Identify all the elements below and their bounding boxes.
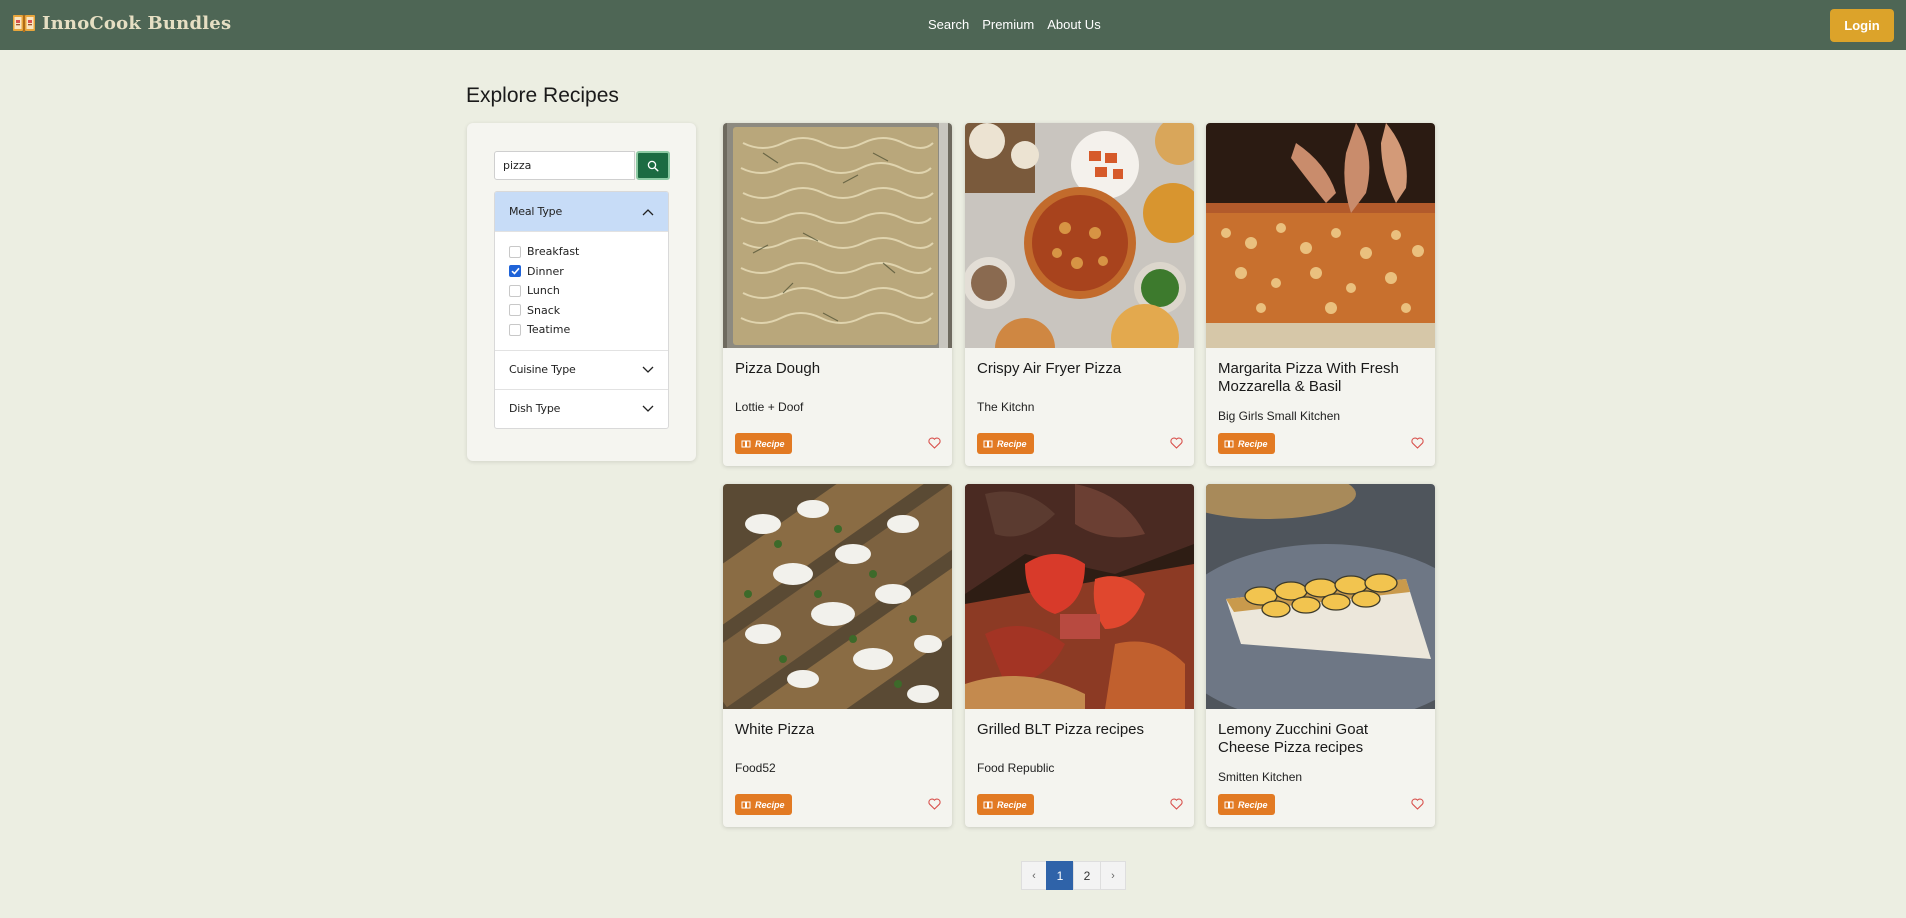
recipe-source: The Kitchn xyxy=(977,400,1035,414)
option-label: Lunch xyxy=(527,284,560,298)
chevron-down-icon xyxy=(642,405,654,412)
brand-name: InnoCook Bundles xyxy=(42,12,232,34)
option-breakfast[interactable]: Breakfast xyxy=(509,242,654,262)
recipe-card[interactable]: Margarita Pizza With Fresh Mozzarella & … xyxy=(1206,123,1435,466)
page-1-button[interactable]: 1 xyxy=(1046,861,1074,890)
heart-icon[interactable] xyxy=(1411,798,1424,810)
lunch-checkbox[interactable] xyxy=(509,284,521,297)
recipe-badge[interactable]: Recipe xyxy=(1218,794,1275,815)
pagination: ‹ 1 2 › xyxy=(1021,861,1126,890)
recipe-image[interactable] xyxy=(1206,123,1435,348)
meal-type-options: Breakfast Dinner Lunch Snack Teatime xyxy=(495,231,668,350)
search-bar xyxy=(494,151,670,180)
recipe-badge-label: Recipe xyxy=(1238,438,1268,449)
search-icon xyxy=(647,160,659,172)
meal-type-label: Meal Type xyxy=(509,205,563,218)
recipe-source: Food52 xyxy=(735,761,776,775)
heart-icon[interactable] xyxy=(928,437,941,449)
recipe-badge-label: Recipe xyxy=(755,438,785,449)
recipe-image[interactable] xyxy=(965,123,1194,348)
heart-icon[interactable] xyxy=(928,798,941,810)
breakfast-checkbox[interactable] xyxy=(509,245,521,258)
option-dinner[interactable]: Dinner xyxy=(509,262,654,282)
nav-link-about-us[interactable]: About Us xyxy=(1047,17,1100,32)
login-button[interactable]: Login xyxy=(1830,9,1894,42)
dinner-checkbox[interactable] xyxy=(509,265,521,278)
option-label: Snack xyxy=(527,303,561,317)
option-label: Dinner xyxy=(527,264,564,278)
checkmark-icon xyxy=(510,268,520,275)
recipe-image[interactable] xyxy=(723,123,952,348)
recipe-badge[interactable]: Recipe xyxy=(977,433,1034,454)
book-open-icon xyxy=(1224,801,1234,808)
option-label: Teatime xyxy=(527,323,571,337)
dish-type-label: Dish Type xyxy=(509,402,561,415)
recipe-source: Food Republic xyxy=(977,761,1055,775)
recipe-card[interactable]: Pizza Dough Lottie + Doof Recipe xyxy=(723,123,952,466)
book-icon xyxy=(13,15,35,32)
recipe-card[interactable]: Grilled BLT Pizza recipes Food Republic … xyxy=(965,484,1194,827)
recipe-title[interactable]: Lemony Zucchini Goat Cheese Pizza recipe… xyxy=(1218,721,1423,757)
search-button[interactable] xyxy=(636,151,670,180)
option-lunch[interactable]: Lunch xyxy=(509,281,654,301)
heart-icon[interactable] xyxy=(1170,437,1183,449)
option-label: Breakfast xyxy=(527,245,580,259)
recipe-badge-label: Recipe xyxy=(997,438,1027,449)
recipe-source: Big Girls Small Kitchen xyxy=(1218,409,1341,423)
recipe-badge-label: Recipe xyxy=(1238,799,1268,810)
filter-sidebar: Meal Type Breakfast Dinner Lunch xyxy=(467,123,696,461)
nav-links: Search Premium About Us xyxy=(928,17,1101,32)
dish-type-header[interactable]: Dish Type xyxy=(495,388,668,428)
recipe-card[interactable]: Crispy Air Fryer Pizza The Kitchn Recipe xyxy=(965,123,1194,466)
page-2-button[interactable]: 2 xyxy=(1073,861,1101,890)
prev-page-button[interactable]: ‹ xyxy=(1021,861,1047,890)
page-title: Explore Recipes xyxy=(466,84,619,107)
recipe-badge[interactable]: Recipe xyxy=(735,794,792,815)
top-navbar: InnoCook Bundles Search Premium About Us… xyxy=(0,0,1906,50)
book-open-icon xyxy=(741,801,751,808)
recipe-card[interactable]: Lemony Zucchini Goat Cheese Pizza recipe… xyxy=(1206,484,1435,827)
book-open-icon xyxy=(1224,440,1234,447)
recipe-badge[interactable]: Recipe xyxy=(977,794,1034,815)
recipe-title[interactable]: Margarita Pizza With Fresh Mozzarella & … xyxy=(1218,360,1423,396)
recipe-source: Smitten Kitchen xyxy=(1218,770,1303,784)
recipe-title[interactable]: Pizza Dough xyxy=(735,360,940,378)
recipe-badge[interactable]: Recipe xyxy=(735,433,792,454)
search-input[interactable] xyxy=(494,151,635,180)
next-page-button[interactable]: › xyxy=(1100,861,1126,890)
snack-checkbox[interactable] xyxy=(509,304,521,317)
chevron-up-icon xyxy=(642,208,654,215)
book-open-icon xyxy=(983,440,993,447)
recipe-badge[interactable]: Recipe xyxy=(1218,433,1275,454)
filter-accordion: Meal Type Breakfast Dinner Lunch Snack T… xyxy=(494,191,669,429)
recipe-image[interactable] xyxy=(723,484,952,709)
recipe-source: Lottie + Doof xyxy=(735,400,804,414)
nav-link-premium[interactable]: Premium xyxy=(982,17,1034,32)
cuisine-type-header[interactable]: Cuisine Type xyxy=(495,349,668,389)
brand-logo[interactable]: InnoCook Bundles xyxy=(12,12,231,34)
heart-icon[interactable] xyxy=(1411,437,1424,449)
recipe-badge-label: Recipe xyxy=(755,799,785,810)
recipe-image[interactable] xyxy=(965,484,1194,709)
option-snack[interactable]: Snack xyxy=(509,301,654,321)
cuisine-type-label: Cuisine Type xyxy=(509,363,576,376)
recipe-card[interactable]: White Pizza Food52 Recipe xyxy=(723,484,952,827)
recipe-badge-label: Recipe xyxy=(997,799,1027,810)
recipe-title[interactable]: Grilled BLT Pizza recipes xyxy=(977,721,1182,739)
recipe-title[interactable]: White Pizza xyxy=(735,721,940,739)
option-teatime[interactable]: Teatime xyxy=(509,320,654,340)
nav-link-search[interactable]: Search xyxy=(928,17,969,32)
heart-icon[interactable] xyxy=(1170,798,1183,810)
recipe-image[interactable] xyxy=(1206,484,1435,709)
book-open-icon xyxy=(741,440,751,447)
book-open-icon xyxy=(983,801,993,808)
meal-type-header[interactable]: Meal Type xyxy=(495,192,668,231)
chevron-down-icon xyxy=(642,366,654,373)
teatime-checkbox[interactable] xyxy=(509,323,521,336)
recipe-title[interactable]: Crispy Air Fryer Pizza xyxy=(977,360,1182,378)
